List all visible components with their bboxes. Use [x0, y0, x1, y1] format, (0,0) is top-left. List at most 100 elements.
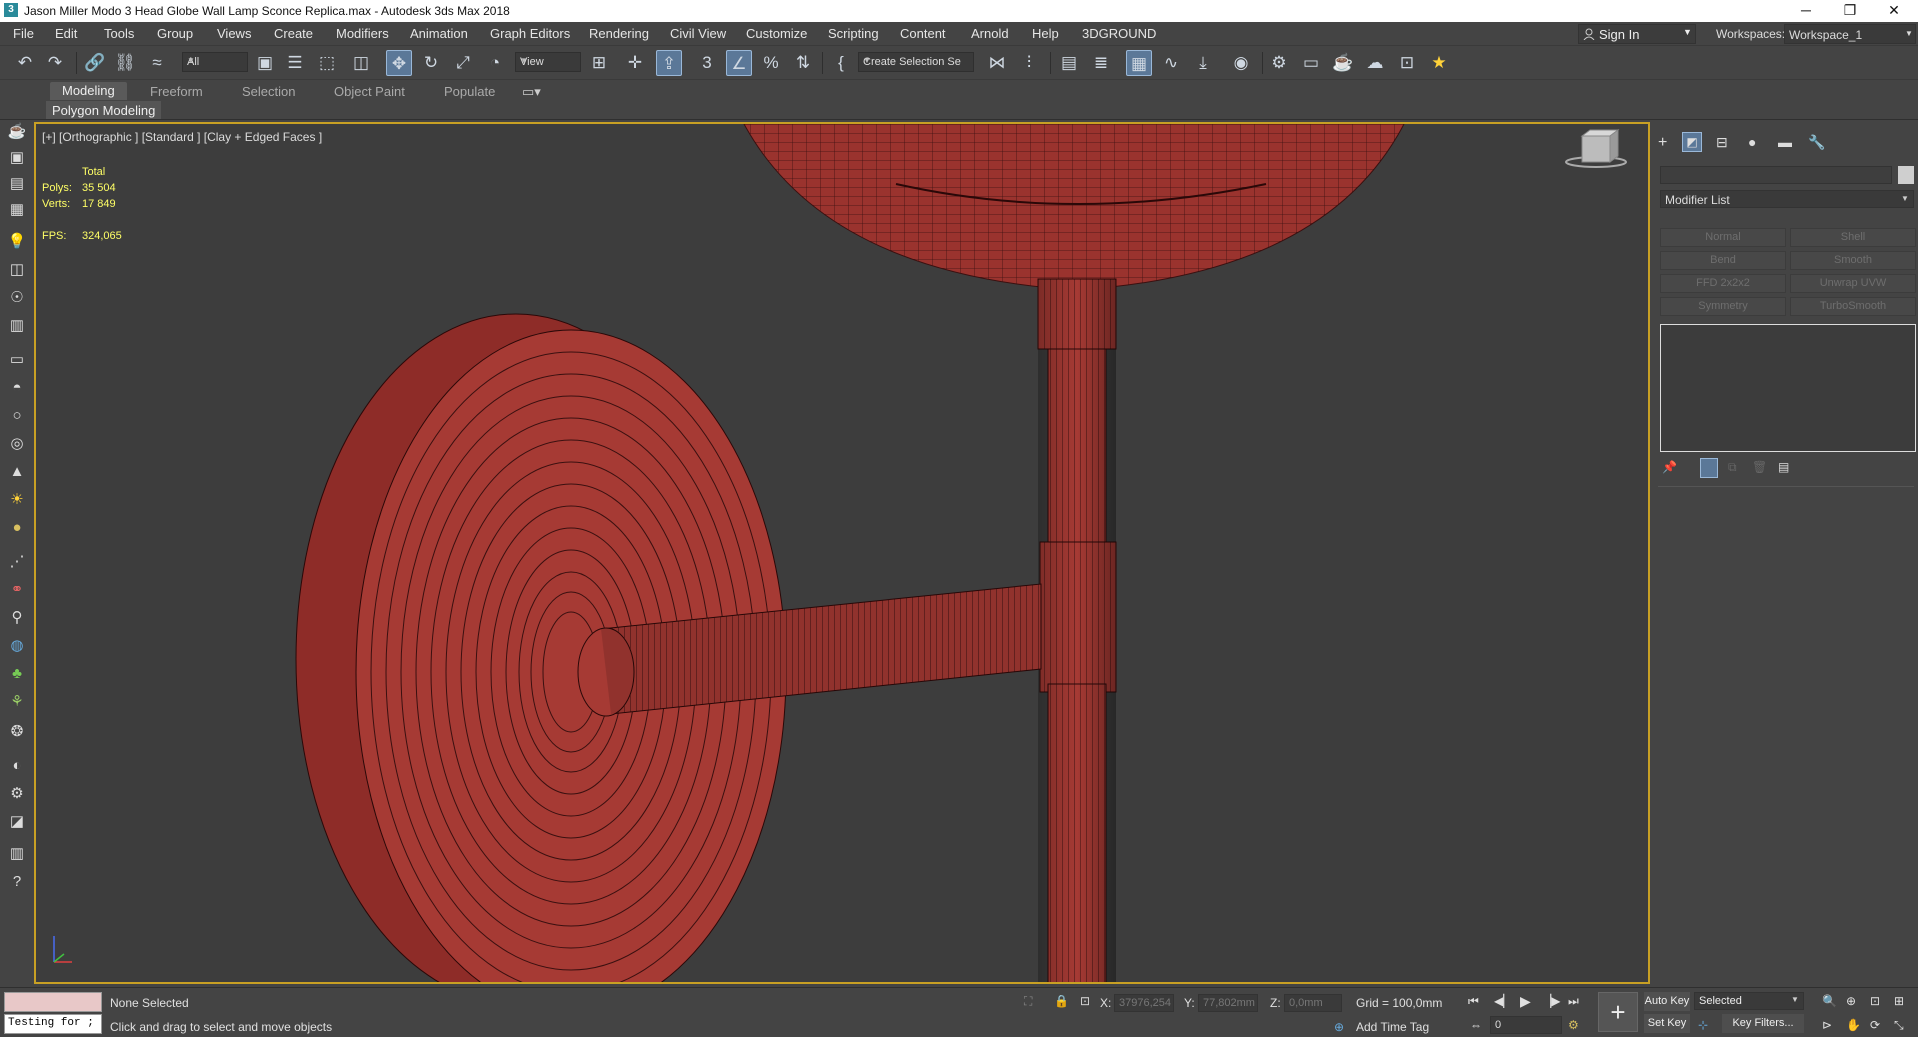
transform-type-in-icon[interactable]: ⊡ — [1080, 994, 1090, 1008]
ffd-modifier-button[interactable]: FFD 2x2x2 — [1660, 274, 1786, 293]
field-of-view-icon[interactable]: ⊳ — [1822, 1018, 1832, 1032]
link-icon[interactable]: 🔗 — [82, 50, 108, 76]
turbosmooth-modifier-button[interactable]: TurboSmooth — [1790, 297, 1916, 316]
menu-group[interactable]: Group — [157, 26, 193, 41]
motion-tab-icon[interactable]: ● — [1748, 134, 1756, 150]
unlink-icon[interactable]: ⛓ — [112, 50, 138, 76]
smooth-modifier-button[interactable]: Smooth — [1790, 251, 1916, 270]
key-mode-dropdown[interactable]: Selected ▼ — [1694, 992, 1804, 1010]
set-key-button[interactable]: Set Key — [1644, 1014, 1690, 1033]
orbit-icon[interactable]: ⟳ — [1870, 1018, 1880, 1032]
bulb-icon[interactable]: ☉ — [5, 286, 29, 310]
display-tab-icon[interactable]: ▬ — [1778, 134, 1792, 150]
redo-icon[interactable]: ↷ — [42, 50, 68, 76]
box-icon[interactable]: ◫ — [5, 258, 29, 282]
hair-icon[interactable]: ⚘ — [5, 690, 29, 714]
isolate-selection-icon[interactable]: ⛶ — [1024, 994, 1032, 1009]
rendered-frame-window-icon[interactable]: ▭ — [1298, 50, 1324, 76]
render-production-icon[interactable]: ☕ — [1330, 50, 1356, 76]
go-to-start-icon[interactable]: ⏮ — [1468, 994, 1479, 1009]
select-and-scale-icon[interactable]: ⤢ — [450, 50, 476, 76]
viewport-icon[interactable]: ▣ — [5, 146, 29, 170]
menu-scripting[interactable]: Scripting — [828, 26, 879, 41]
sphere-icon[interactable]: ○ — [5, 404, 29, 428]
set-key-plus-icon[interactable]: + — [1598, 992, 1638, 1032]
torus-icon[interactable]: ◎ — [5, 432, 29, 456]
select-object-icon[interactable]: ▣ — [252, 50, 278, 76]
select-manipulate-icon[interactable]: ✛ — [622, 50, 648, 76]
plant-icon[interactable]: ♣ — [5, 662, 29, 686]
show-end-result-icon[interactable] — [1700, 458, 1718, 478]
menu-customize[interactable]: Customize — [746, 26, 807, 41]
reference-coordinate-dropdown[interactable]: View ▼ — [515, 52, 581, 72]
menu-tools[interactable]: Tools — [104, 26, 134, 41]
close-button[interactable]: ✕ — [1872, 0, 1916, 22]
plane-icon[interactable]: ▭ — [5, 348, 29, 372]
bend-modifier-button[interactable]: Bend — [1660, 251, 1786, 270]
modifier-stack[interactable] — [1660, 324, 1916, 452]
layers-icon[interactable]: ▥ — [5, 842, 29, 866]
menu-file[interactable]: File — [13, 26, 34, 41]
disc-icon[interactable]: ● — [5, 516, 29, 540]
cone-icon[interactable]: ▲ — [5, 460, 29, 484]
configure-modifier-sets-icon[interactable]: ▤ — [1778, 460, 1789, 474]
keyboard-shortcut-override-icon[interactable]: ⇪ — [656, 50, 682, 76]
material-ball-icon[interactable]: ◐ — [5, 754, 29, 778]
window-crossing-icon[interactable]: ◫ — [348, 50, 374, 76]
zoom-all-icon[interactable]: ⊕ — [1846, 994, 1856, 1008]
minimize-button[interactable]: ─ — [1784, 0, 1828, 22]
modifier-list-dropdown[interactable]: Modifier List ▼ — [1660, 190, 1914, 208]
polygon-modeling-panel[interactable]: Polygon Modeling — [46, 101, 162, 119]
unwrap-uvw-modifier-button[interactable]: Unwrap UVW — [1790, 274, 1916, 293]
sun-icon[interactable]: ☀ — [5, 488, 29, 512]
go-to-end-icon[interactable]: ⏭ — [1568, 994, 1579, 1009]
maxscript-mini-listener-top[interactable] — [4, 992, 102, 1012]
gear-box-icon[interactable]: ⚙ — [5, 782, 29, 806]
menu-3dground[interactable]: 3DGROUND — [1082, 26, 1156, 41]
menu-edit[interactable]: Edit — [55, 26, 77, 41]
film-icon[interactable]: ▥ — [5, 314, 29, 338]
pin-stack-icon[interactable]: 📌 — [1662, 460, 1677, 474]
auto-key-button[interactable]: Auto Key — [1644, 992, 1690, 1011]
x-coordinate-field[interactable]: 37976,254 — [1114, 994, 1174, 1012]
create-tab-icon[interactable]: + — [1658, 134, 1667, 152]
named-selection-dropdown[interactable]: Create Selection Se ▼ — [858, 52, 974, 72]
tab-object-paint[interactable]: Object Paint — [334, 84, 405, 99]
time-config-icon[interactable]: ⚙ — [1568, 1018, 1579, 1032]
bind-spacewarp-icon[interactable]: ≈ — [144, 50, 170, 76]
mirror-icon[interactable]: ⋈ — [984, 50, 1010, 76]
object-color-swatch[interactable] — [1898, 166, 1914, 184]
y-coordinate-field[interactable]: 77,802mm — [1198, 994, 1258, 1012]
symmetry-modifier-button[interactable]: Symmetry — [1660, 297, 1786, 316]
normal-modifier-button[interactable]: Normal — [1660, 228, 1786, 247]
place-icon[interactable]: ◔ — [482, 50, 508, 76]
restore-button[interactable]: ❐ — [1828, 0, 1872, 22]
angle-snap-icon[interactable]: ∠ — [726, 50, 752, 76]
menu-create[interactable]: Create — [274, 26, 313, 41]
toggle-layer-explorer-icon[interactable]: ≣ — [1088, 50, 1114, 76]
select-and-move-icon[interactable]: ✥ — [386, 50, 412, 76]
viewport[interactable]: [+] [Orthographic ] [Standard ] [Clay + … — [34, 122, 1650, 984]
viewport-label[interactable]: [+] [Orthographic ] [Standard ] [Clay + … — [42, 130, 322, 144]
menu-rendering[interactable]: Rendering — [589, 26, 649, 41]
key-filters-button[interactable]: Key Filters... — [1722, 1014, 1804, 1033]
dynamics-icon[interactable]: ⚭ — [5, 578, 29, 602]
app-icon[interactable]: 3 — [4, 3, 18, 17]
toggle-ribbon-icon[interactable]: ▦ — [1126, 50, 1152, 76]
ribbon-options-icon[interactable]: ▭▾ — [522, 84, 541, 100]
time-tag-icon[interactable]: ⊕ — [1334, 1020, 1344, 1034]
spinner-snap-icon[interactable]: ⇅ — [790, 50, 816, 76]
globe-icon[interactable]: ◍ — [5, 634, 29, 658]
sign-in-button[interactable]: Sign In ▼ — [1578, 24, 1696, 44]
shell-icon[interactable]: ❂ — [5, 720, 29, 744]
tab-selection[interactable]: Selection — [242, 84, 295, 99]
light-icon[interactable]: 💡 — [5, 230, 29, 254]
shell-modifier-button[interactable]: Shell — [1790, 228, 1916, 247]
workspace-select[interactable]: Workspace_1 ▼ — [1784, 24, 1916, 44]
align-icon[interactable]: ⫶ — [1016, 50, 1042, 76]
selection-lock-icon[interactable]: 🔒 — [1054, 994, 1069, 1008]
play-icon[interactable]: ▶ — [1520, 993, 1531, 1010]
previous-frame-icon[interactable]: ◀▏ — [1494, 994, 1512, 1008]
menu-civil-view[interactable]: Civil View — [670, 26, 726, 41]
key-mode-toggle-icon[interactable]: ⇔ — [1470, 1018, 1482, 1032]
